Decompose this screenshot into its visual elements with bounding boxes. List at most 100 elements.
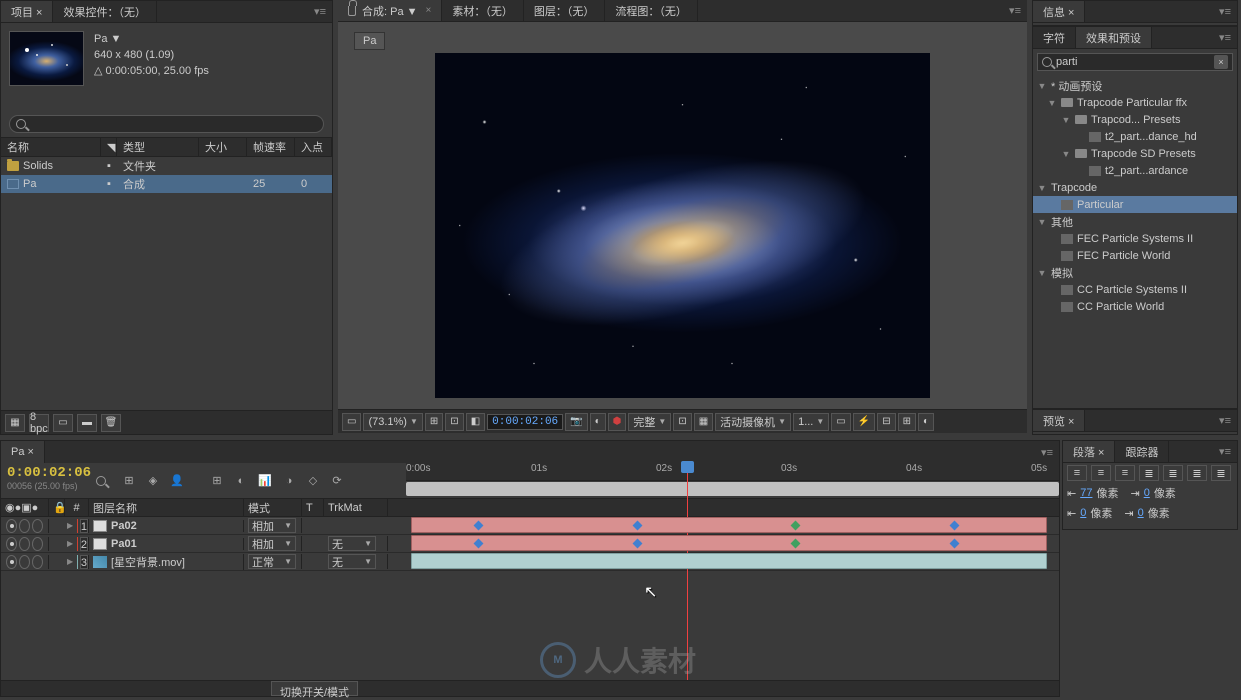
twirl-icon[interactable]: ▶ [65,557,75,566]
justify-last-center-button[interactable]: ≣ [1163,465,1183,481]
graph-editor-icon[interactable]: 📊 [256,472,274,490]
col-trkmat[interactable]: TrkMat [324,499,388,516]
toggle-switches-modes-button[interactable]: 切换开关/模式 [271,681,358,696]
effect-item[interactable]: t2_part...ardance [1033,162,1237,179]
work-area-bar[interactable] [406,482,1059,496]
disclosure-triangle-icon[interactable] [1037,268,1047,278]
effect-item[interactable]: CC Particle World [1033,298,1237,315]
space-after-value[interactable]: 0 [1138,507,1144,519]
tab-character[interactable]: 字符 [1033,27,1076,48]
tab-tracker[interactable]: 跟踪器 [1115,441,1169,462]
justify-last-right-button[interactable]: ≣ [1187,465,1207,481]
col-num[interactable]: # [65,499,89,516]
zoom-dropdown[interactable]: (73.1%)▼ [363,413,422,431]
show-channel-button[interactable]: ◐ [590,413,606,431]
project-item[interactable]: Solids▪文件夹 [1,157,332,175]
layer-duration-bar[interactable] [411,535,1047,551]
panel-menu-icon[interactable]: ▾≡ [1213,5,1237,18]
search-icon[interactable] [96,476,106,486]
tab-info[interactable]: 信息 × [1033,1,1085,22]
tree-folder[interactable]: Trapcod... Presets [1033,111,1237,128]
solo-toggle[interactable] [32,555,43,569]
blend-mode-dropdown[interactable]: 相加▼ [248,536,296,551]
bpc-button[interactable]: 8 bpc [29,414,49,432]
visibility-toggle[interactable] [6,537,17,551]
tree-folder[interactable]: * 动画预设 [1033,77,1237,94]
col-size[interactable]: 大小 [199,138,247,156]
panel-menu-icon[interactable]: ▾≡ [308,5,332,18]
guides-button[interactable]: ⊡ [445,413,463,431]
layer-color-chip[interactable] [77,519,78,533]
motion-blur-icon[interactable]: ◐ [232,472,250,490]
color-mgmt-button[interactable]: ⬢ [608,413,627,431]
grid-button[interactable]: ⊞ [425,413,443,431]
tree-folder[interactable]: 模拟 [1033,264,1237,281]
blend-mode-dropdown[interactable]: 正常▼ [248,554,296,569]
twirl-icon[interactable]: ▶ [65,521,75,530]
panel-menu-icon[interactable]: ▾≡ [1213,414,1237,427]
tree-folder[interactable]: Trapcode SD Presets [1033,145,1237,162]
indent-left-value[interactable]: 77 [1080,487,1092,499]
blend-mode-dropdown[interactable]: 相加▼ [248,518,296,533]
comp-mini-flowchart-icon[interactable]: ⊞ [120,472,138,490]
views-dropdown[interactable]: 1...▼ [793,413,829,431]
timeline-timecode[interactable]: 0:00:02:06 [7,465,80,481]
effect-item[interactable]: Particular [1033,196,1237,213]
current-time[interactable]: 0:00:02:06 [487,414,563,430]
effects-search-input[interactable] [1056,56,1210,68]
align-right-button[interactable]: ≡ [1115,465,1135,481]
disclosure-triangle-icon[interactable] [1061,149,1071,159]
tab-composition[interactable]: 合成: Pa ▼× [338,0,442,21]
pixel-aspect-button[interactable]: ▭ [831,413,850,431]
layer-duration-bar[interactable] [411,517,1047,533]
tab-effects-presets[interactable]: 效果和预设 [1076,27,1152,48]
solo-toggle[interactable] [32,537,43,551]
tree-folder[interactable]: Trapcode Particular ffx [1033,94,1237,111]
composition-viewer[interactable] [338,22,1027,409]
tab-effect-controls[interactable]: 效果控件：（无） [53,1,157,22]
col-t[interactable]: T [302,499,324,516]
tab-timeline-comp[interactable]: Pa × [1,441,45,463]
panel-menu-icon[interactable]: ▾≡ [1003,4,1027,17]
effect-item[interactable]: CC Particle Systems II [1033,281,1237,298]
align-left-button[interactable]: ≡ [1067,465,1087,481]
space-before-value[interactable]: 0 [1080,507,1086,519]
disclosure-triangle-icon[interactable] [1047,98,1057,108]
new-folder-button[interactable]: ▬ [77,414,97,432]
clear-search-button[interactable]: × [1214,55,1228,69]
trkmat-dropdown[interactable]: 无▼ [328,554,376,569]
always-preview-button[interactable]: ▭ [342,413,361,431]
col-name[interactable]: 名称 [1,138,101,156]
disclosure-triangle-icon[interactable] [1037,81,1047,91]
audio-toggle[interactable] [19,519,30,533]
comp-name[interactable]: Pa ▼ [94,31,209,47]
tab-paragraph[interactable]: 段落 × [1063,441,1115,462]
comp-flowchart-button[interactable]: ⊞ [898,413,916,431]
live-update-icon[interactable]: ⟳ [328,472,346,490]
panel-menu-icon[interactable]: ▾≡ [1035,446,1059,459]
disclosure-triangle-icon[interactable] [1037,183,1047,193]
tree-folder[interactable]: 其他 [1033,213,1237,230]
new-comp-button[interactable]: ▭ [53,414,73,432]
align-center-button[interactable]: ≡ [1091,465,1111,481]
tab-layer[interactable]: 图层：（无） [524,0,606,21]
frame-blend-icon[interactable]: ⊞ [208,472,226,490]
panel-menu-icon[interactable]: ▾≡ [1213,445,1237,458]
trkmat-dropdown[interactable]: 无▼ [328,536,376,551]
twirl-icon[interactable]: ▶ [65,539,75,548]
col-layer-name[interactable]: 图层名称 [89,499,244,516]
indent-right-value[interactable]: 0 [1144,487,1150,499]
exposure-button[interactable]: ◐ [918,413,934,431]
mask-button[interactable]: ◧ [466,413,485,431]
project-item[interactable]: Pa▪合成250 [1,175,332,193]
tab-flowchart[interactable]: 流程图：（无） [605,0,698,21]
col-type[interactable]: 类型 [117,138,199,156]
col-fps[interactable]: 帧速率 [247,138,295,156]
auto-keyframe-icon[interactable]: ◇ [304,472,322,490]
effect-item[interactable]: t2_part...dance_hd [1033,128,1237,145]
audio-toggle[interactable] [19,537,30,551]
breadcrumb-item[interactable]: Pa [354,32,385,50]
justify-all-button[interactable]: ≣ [1211,465,1231,481]
roi-button[interactable]: ⊡ [673,413,691,431]
tab-project[interactable]: 项目 × [1,1,53,22]
